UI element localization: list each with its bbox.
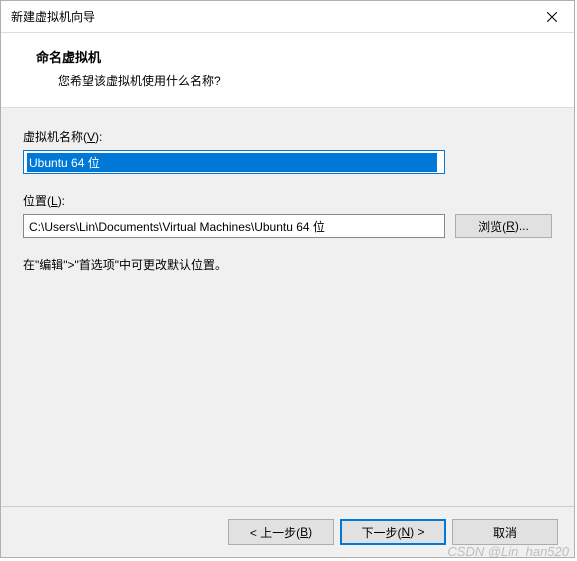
- back-button[interactable]: < 上一步(B): [228, 519, 334, 545]
- location-label: 位置(L):: [23, 192, 552, 209]
- window-title: 新建虚拟机向导: [11, 8, 95, 25]
- header-section: 命名虚拟机 您希望该虚拟机使用什么名称?: [1, 33, 574, 108]
- cancel-button[interactable]: 取消: [452, 519, 558, 545]
- location-row: 浏览(R)...: [23, 214, 552, 238]
- vm-name-input[interactable]: Ubuntu 64 位: [23, 150, 445, 174]
- content-area: 虚拟机名称(V): Ubuntu 64 位 位置(L): 浏览(R)... 在"…: [1, 108, 574, 506]
- header-title: 命名虚拟机: [36, 47, 554, 66]
- close-button[interactable]: [529, 1, 574, 33]
- wizard-dialog: 新建虚拟机向导 命名虚拟机 您希望该虚拟机使用什么名称? 虚拟机名称(V): U…: [0, 0, 575, 558]
- location-input[interactable]: [23, 214, 445, 238]
- header-subtitle: 您希望该虚拟机使用什么名称?: [58, 72, 554, 89]
- titlebar: 新建虚拟机向导: [1, 1, 574, 33]
- close-icon: [547, 12, 557, 22]
- vm-name-value: Ubuntu 64 位: [27, 153, 437, 172]
- footer: < 上一步(B) 下一步(N) > 取消: [1, 506, 574, 557]
- location-group: 位置(L): 浏览(R)...: [23, 192, 552, 238]
- vm-name-group: 虚拟机名称(V): Ubuntu 64 位: [23, 128, 552, 174]
- next-button[interactable]: 下一步(N) >: [340, 519, 446, 545]
- vm-name-label: 虚拟机名称(V):: [23, 128, 552, 145]
- browse-button[interactable]: 浏览(R)...: [455, 214, 552, 238]
- hint-text: 在"编辑">"首选项"中可更改默认位置。: [23, 256, 552, 273]
